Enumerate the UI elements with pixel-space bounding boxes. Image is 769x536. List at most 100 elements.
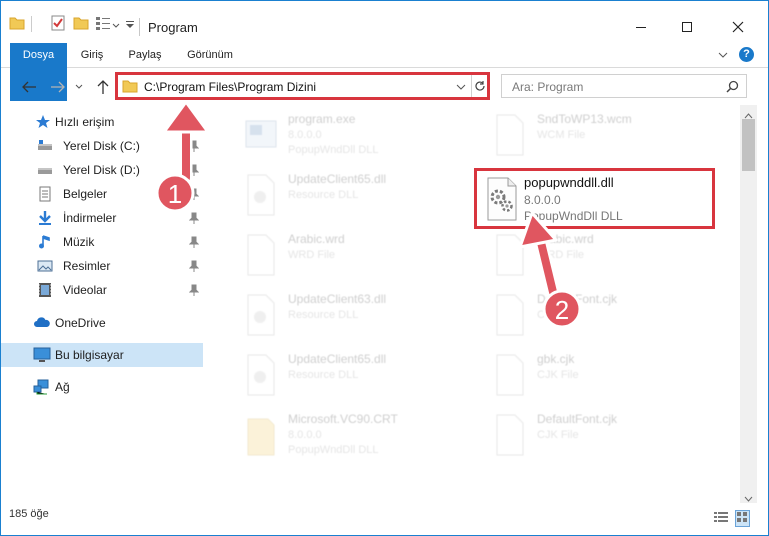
dll-icon <box>240 351 280 399</box>
ribbon-tabs: Dosya Giriş Paylaş Görünüm ? <box>1 43 768 101</box>
file-name: UpdateClient63.dll <box>288 292 387 306</box>
pin-icon[interactable] <box>188 260 200 272</box>
status-bar: 185 öğe <box>1 503 768 533</box>
search-box[interactable]: Ara: Program <box>501 74 747 98</box>
arrow-right-icon <box>51 81 65 93</box>
file-item[interactable]: UpdateClient65.dll Resource DLL <box>220 167 460 225</box>
scrollbar-thumb[interactable] <box>742 119 755 171</box>
sidebar-item-music[interactable]: Müzik <box>1 230 203 254</box>
help-icon[interactable]: ? <box>739 47 754 62</box>
star-icon <box>35 114 51 130</box>
file-item[interactable]: UpdateClient65.dll Resource DLL <box>220 347 460 405</box>
file-item[interactable]: Arabic.wrd WRD File <box>469 227 709 285</box>
file-details: 8.0.0.0 PopupWndDll DLL <box>524 192 623 224</box>
sidebar-item-label: Ağ <box>55 380 70 394</box>
file-name: SndToWP13.wcm <box>537 112 632 126</box>
large-icons-view-icon[interactable] <box>735 510 750 527</box>
file-list: program.exe 8.0.0.0 PopupWndDll DLL SndTo… <box>208 105 738 503</box>
exe-icon <box>240 111 280 159</box>
file-icon <box>489 231 529 279</box>
close-button[interactable] <box>715 13 761 41</box>
file-description: PopupWndDll DLL <box>288 144 379 156</box>
pin-icon[interactable] <box>188 212 200 224</box>
file-details: CJK File <box>537 309 579 321</box>
details-view-icon[interactable] <box>714 511 728 526</box>
expand-ribbon-icon[interactable] <box>718 49 728 63</box>
sidebar-item-network[interactable]: Ağ <box>1 375 203 399</box>
file-item[interactable]: DefaultFont.cjk CJK File <box>469 287 709 345</box>
sidebar-item-local-disk-c[interactable]: Yerel Disk (C:) <box>1 134 203 158</box>
pictures-icon <box>37 258 53 274</box>
tab-home[interactable]: Giriş <box>79 43 105 67</box>
drive-icon <box>37 162 53 178</box>
sidebar-item-onedrive[interactable]: OneDrive <box>1 311 203 335</box>
address-path[interactable]: C:\Program Files\Program Dizini <box>144 80 316 94</box>
view-options-icon[interactable] <box>95 15 111 34</box>
chevron-down-icon[interactable] <box>112 19 120 33</box>
file-item[interactable]: SndToWP13.wcm WCM File <box>469 107 709 165</box>
sidebar-item-label: Resimler <box>63 259 111 273</box>
maximize-button[interactable] <box>664 13 710 41</box>
sidebar-item-downloads[interactable]: İndirmeler <box>1 206 203 230</box>
file-name: Arabic.wrd <box>537 232 594 246</box>
file-name: gbk.cjk <box>537 352 575 366</box>
up-button[interactable] <box>94 78 112 96</box>
vertical-scrollbar[interactable] <box>740 105 757 503</box>
file-item[interactable]: program.exe 8.0.0.0 PopupWndDll DLL <box>220 107 460 165</box>
minimize-button[interactable] <box>618 13 664 41</box>
pin-icon[interactable] <box>188 236 200 248</box>
file-icon <box>240 231 280 279</box>
customize-toolbar-icon[interactable] <box>125 19 135 33</box>
refresh-icon <box>475 81 485 91</box>
file-item[interactable]: Microsoft.VC90.CRT 8.0.0.0 PopupWndDll DL… <box>220 407 460 465</box>
chevron-down-icon[interactable] <box>456 81 466 95</box>
file-item[interactable]: gbk.cjk CJK File <box>469 347 709 405</box>
pin-icon[interactable] <box>188 188 200 200</box>
sidebar-item-label: Bu bilgisayar <box>55 348 124 362</box>
new-folder-icon[interactable] <box>73 15 89 34</box>
file-version: 8.0.0.0 <box>524 193 561 207</box>
properties-icon[interactable] <box>50 15 66 34</box>
search-input[interactable]: Ara: Program <box>512 80 583 94</box>
file-item[interactable]: DefaultFont.cjk CJK File <box>469 407 709 465</box>
dll-icon <box>240 291 280 339</box>
pin-icon[interactable] <box>188 164 200 176</box>
file-item[interactable]: Arabic.wrd WRD File <box>220 227 460 285</box>
recent-locations-button[interactable] <box>74 78 84 96</box>
file-details: Resource DLL <box>288 309 359 321</box>
tab-view[interactable]: Görünüm <box>186 43 234 67</box>
sidebar-item-local-disk-d[interactable]: Yerel Disk (D:) <box>1 158 203 182</box>
file-details: WRD File <box>537 249 585 261</box>
file-icon <box>489 411 529 459</box>
arrow-up-icon <box>97 80 109 94</box>
window-title: Program <box>148 20 198 35</box>
item-count: 185 öğe <box>9 508 49 520</box>
dll-icon <box>240 171 280 219</box>
address-bar[interactable]: C:\Program Files\Program Dizini <box>115 72 490 100</box>
maximize-icon <box>682 22 692 32</box>
tab-share[interactable]: Paylaş <box>128 43 162 67</box>
file-item[interactable]: UpdateClient63.dll Resource DLL <box>220 287 460 345</box>
forward-button[interactable] <box>49 78 67 96</box>
file-name: Microsoft.VC90.CRT <box>288 412 398 426</box>
minimize-icon <box>636 27 646 28</box>
pin-icon[interactable] <box>188 284 200 296</box>
close-icon <box>732 21 744 33</box>
sidebar-item-this-pc[interactable]: Bu bilgisayar <box>1 343 203 367</box>
title-bar: Program <box>1 1 768 41</box>
sidebar-item-label: Videolar <box>63 283 107 297</box>
sidebar-item-quick-access[interactable]: Hızlı erişim <box>1 110 203 134</box>
pin-icon[interactable] <box>188 140 200 152</box>
folder-icon[interactable] <box>9 15 25 34</box>
sidebar-item-label: Müzik <box>63 235 95 249</box>
title-divider <box>139 18 140 36</box>
sidebar-item-documents[interactable]: Belgeler <box>1 182 203 206</box>
sidebar-item-pictures[interactable]: Resimler <box>1 254 203 278</box>
documents-icon <box>37 186 53 202</box>
back-button[interactable] <box>20 78 38 96</box>
sidebar-item-videos[interactable]: Videolar <box>1 278 203 302</box>
search-icon[interactable] <box>726 80 739 96</box>
computer-icon <box>33 347 51 363</box>
file-item-highlighted[interactable]: popupwnddll.dll 8.0.0.0 PopupWndDll DLL <box>474 168 715 229</box>
refresh-button[interactable] <box>471 75 488 97</box>
